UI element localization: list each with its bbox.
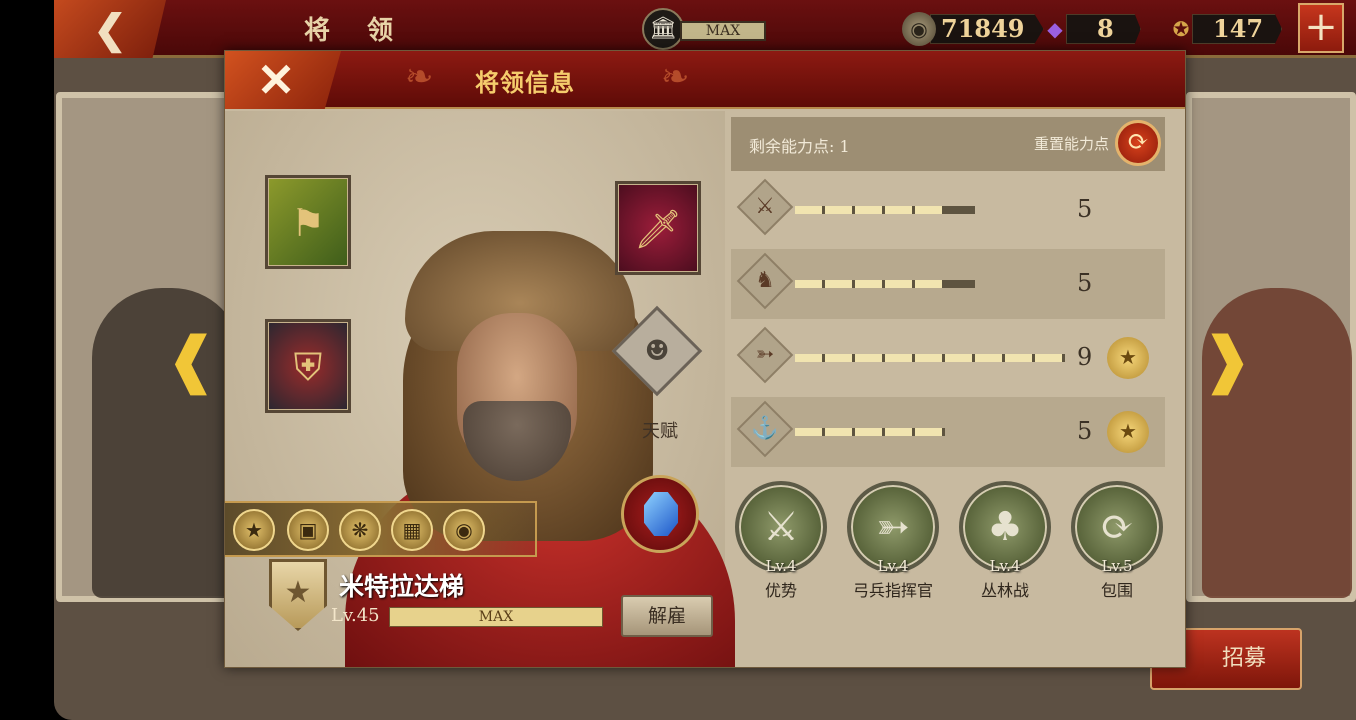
talent-button[interactable]: ☻ [611, 305, 703, 399]
jungle-warfare-skill[interactable]: ♣ Lv.4 丛林战 [955, 481, 1055, 601]
stats-header: 剩余能力点: 1 重置能力点 ⟳ [731, 117, 1165, 171]
gem-count: 8 [1066, 14, 1141, 44]
general-level: Lv.45 [331, 605, 380, 626]
talent-label: 天赋 [642, 421, 678, 442]
skill-name: 丛林战 [980, 581, 1029, 600]
skill-level: Lv.4 [877, 557, 909, 575]
dagger-icon: 🗡 [633, 207, 683, 251]
level-progress-bar: MAX [389, 607, 603, 627]
stat-row[interactable]: ♞ 5 [731, 249, 1165, 319]
archer-commander-skill[interactable]: ➳ Lv.4 弓兵指挥官 [843, 481, 943, 601]
dialog-title: 将领信息 [475, 68, 575, 97]
add-resource-button[interactable]: + [1298, 3, 1344, 53]
laurel-right-icon: ❧ [661, 57, 690, 97]
stat-row[interactable]: ➳ 9 ★ [731, 323, 1165, 393]
skill-level: Lv.5 [1101, 557, 1133, 575]
page-title: 将 领 [304, 16, 408, 46]
next-arrow-icon[interactable]: ❱ [1202, 325, 1252, 395]
stat-bar [795, 280, 975, 288]
armor-equipment-slot[interactable]: ⛨ [265, 319, 351, 413]
coin-icon: ◉ [902, 12, 936, 46]
back-chevron-icon: ❮ [93, 5, 127, 53]
stat-row[interactable]: ⚓ 5 ★ [731, 397, 1165, 467]
weapon-equipment-slot[interactable]: 🗡 [615, 181, 701, 275]
encirclement-skill[interactable]: ⟳ Lv.5 包围 [1067, 481, 1167, 601]
skill-level: Lv.4 [989, 557, 1021, 575]
coin-count: 71849 [930, 14, 1044, 44]
skill-name: 优势 [764, 581, 797, 600]
horse-icon: ♞ [736, 252, 794, 310]
helmet-face-icon: ☻ [644, 334, 670, 367]
laurel-left-icon: ❧ [405, 57, 434, 97]
stat-bar [795, 354, 1065, 362]
refresh-icon: ⟳ [1127, 127, 1149, 157]
close-button[interactable]: ✕ [225, 51, 341, 109]
coin-resource[interactable]: ◉ 71849 [902, 12, 1044, 46]
bow-icon: ➳ [736, 326, 794, 384]
prev-arrow-icon[interactable]: ❰ [166, 325, 216, 395]
general-name: 米特拉达梯 [339, 572, 465, 601]
sword-icon: ⚔ [736, 178, 794, 236]
stat-row[interactable]: ⚔ 5 [731, 175, 1165, 245]
badge-count: 147 [1192, 14, 1283, 44]
temple-icon: 🏛 [642, 8, 684, 50]
reset-points-label: 重置能力点 [1033, 135, 1109, 153]
sapphire-gem-slot[interactable] [621, 475, 699, 553]
remaining-points: 剩余能力点: 1 [749, 137, 850, 156]
medal-icon[interactable]: ★ [233, 509, 275, 551]
anchor-icon: ⚓ [736, 400, 794, 458]
stat-value: 5 [1077, 195, 1093, 223]
medal-icon[interactable]: ▣ [287, 509, 329, 551]
skill-name: 弓兵指挥官 [852, 581, 933, 600]
dialog-header: ✕ ❧ 将领信息 ❧ [225, 51, 1185, 109]
armor-icon: ⛨ [293, 345, 323, 389]
medal-strip: ★ ▣ ❋ ▦ ◉ [225, 501, 537, 557]
medal-icon[interactable]: ❋ [339, 509, 381, 551]
sapphire-icon [644, 492, 678, 536]
medal-icon[interactable]: ▦ [391, 509, 433, 551]
badge-resource[interactable]: ✪ 147 [1164, 12, 1283, 46]
stat-bar [795, 206, 975, 214]
temple-level[interactable]: 🏛 MAX [642, 8, 766, 50]
gem-resource[interactable]: ◆ 8 [1038, 12, 1141, 46]
advantage-skill[interactable]: ⚔ Lv.4 优势 [731, 481, 831, 601]
skill-level: Lv.4 [765, 557, 797, 575]
temple-level-bar: MAX [680, 21, 766, 41]
game-screen: ❮ 将 领 🏛 MAX ◉ 71849 ◆ 8 ✪ 147 + ❰ ❱ 招募 ✕… [54, 0, 1356, 720]
medal-icon[interactable]: ◉ [443, 509, 485, 551]
stat-value: 5 [1077, 417, 1093, 445]
stat-value: 9 [1077, 343, 1093, 371]
laurel-star-badge-icon: ★ [1107, 337, 1149, 379]
dismiss-button[interactable]: 解雇 [621, 595, 713, 637]
laurel-star-badge-icon: ★ [1107, 411, 1149, 453]
stat-value: 5 [1077, 269, 1093, 297]
banner-equipment-slot[interactable]: ⚑ [265, 175, 351, 269]
stat-bar [795, 428, 945, 436]
general-info-dialog: ✕ ❧ 将领信息 ❧ ⚑ ⛨ 🗡 ☻ 天赋 ★ ▣ ❋ ▦ ◉ ★ 米特拉达梯 … [224, 50, 1186, 668]
banner-icon: ⚑ [290, 201, 326, 245]
spqr-eagle-icon: ✪ [1172, 17, 1190, 41]
back-button[interactable]: ❮ [54, 0, 166, 58]
reset-points-button[interactable]: ⟳ [1115, 120, 1161, 166]
skill-name: 包围 [1100, 581, 1133, 600]
amethyst-icon: ◆ [1047, 17, 1063, 41]
